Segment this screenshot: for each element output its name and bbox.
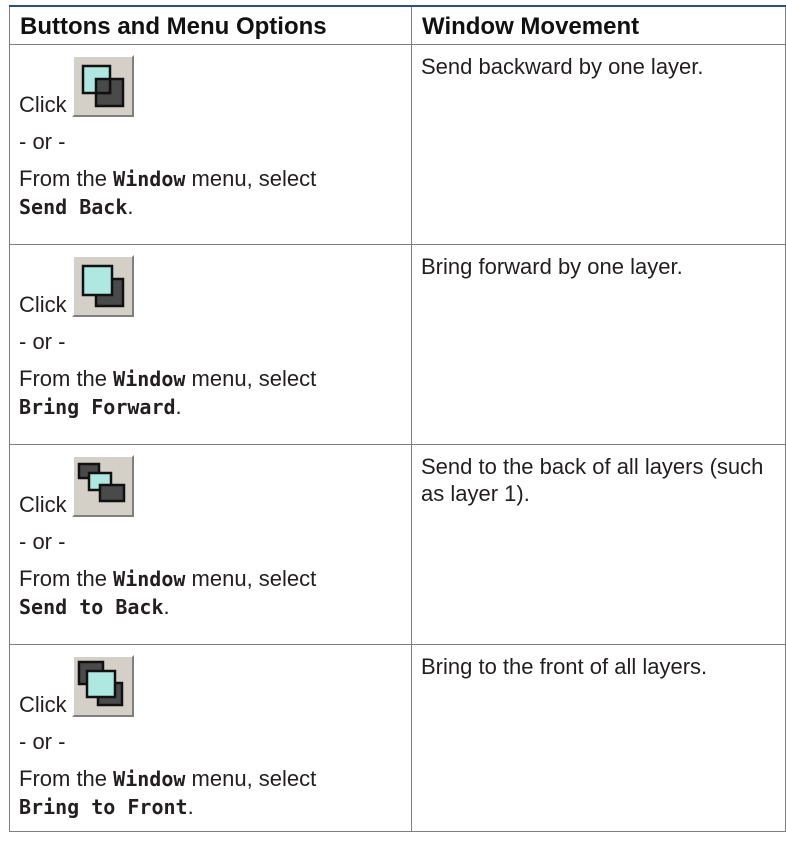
menu-command: Send Back [19, 194, 128, 219]
table-header-row: Buttons and Menu Options Window Movement [9, 5, 786, 45]
movement-cell: Bring forward by one layer. [411, 243, 786, 445]
table-row: Click - or - From the Window menu, selec… [9, 643, 786, 832]
movement-cell: Bring to the front of all layers. [411, 643, 786, 832]
menu-middle: menu, select [191, 565, 317, 591]
click-line: Click [19, 645, 411, 717]
button-menu-cell: Click - or - From the Window menu, selec… [9, 443, 412, 645]
menu-prefix: From the [19, 565, 108, 591]
click-label: Click [19, 91, 67, 117]
click-line: Click [19, 45, 411, 117]
bring-forward-icon [81, 264, 124, 307]
send-to-back-icon [77, 462, 125, 502]
click-label: Click [19, 491, 67, 517]
click-label: Click [19, 291, 67, 317]
movement-description: Bring to the front of all layers. [421, 653, 708, 679]
period: . [187, 793, 194, 819]
send-back-icon [81, 64, 124, 107]
menu-name: Window [113, 766, 186, 791]
table-row: Click - or - From the Window menu, selec… [9, 443, 786, 645]
button-menu-cell: Click - or - From the Window menu, selec… [9, 243, 412, 445]
period: . [175, 393, 182, 419]
or-separator: - or - [19, 528, 66, 554]
click-label: Click [19, 691, 67, 717]
menu-command: Bring to Front [19, 794, 188, 819]
period: . [127, 193, 134, 219]
movement-description: Bring forward by one layer. [421, 253, 683, 279]
window-layer-table: Buttons and Menu Options Window Movement… [9, 5, 786, 832]
menu-name: Window [113, 566, 186, 591]
header-window-movement: Window Movement [411, 5, 786, 45]
menu-name: Window [113, 366, 186, 391]
menu-instruction: From the Window menu, select Bring to Fro… [19, 753, 411, 821]
header-buttons-and-menu-options: Buttons and Menu Options [9, 5, 412, 45]
menu-command: Send to Back [19, 594, 164, 619]
menu-command: Bring Forward [19, 394, 176, 419]
or-separator: - or - [19, 328, 66, 354]
menu-instruction: From the Window menu, select Send Back. [19, 153, 411, 221]
table-row: Click - or - From the Window menu, selec… [9, 43, 786, 245]
button-menu-cell: Click - or - From the Window menu, selec… [9, 43, 412, 245]
period: . [163, 593, 170, 619]
movement-cell: Send to the back of all layers (such as … [411, 443, 786, 645]
table-row: Click - or - From the Window menu, selec… [9, 243, 786, 445]
or-separator: - or - [19, 128, 66, 154]
menu-instruction: From the Window menu, select Bring Forwar… [19, 353, 411, 421]
menu-middle: menu, select [191, 165, 317, 191]
menu-middle: menu, select [191, 765, 317, 791]
menu-prefix: From the [19, 165, 108, 191]
bring-to-front-icon [77, 660, 123, 706]
menu-prefix: From the [19, 365, 108, 391]
send-to-back-button[interactable] [71, 454, 134, 517]
menu-prefix: From the [19, 765, 108, 791]
bring-forward-button[interactable] [71, 254, 134, 317]
movement-description: Send to the back of all layers (such as … [421, 453, 764, 506]
menu-name: Window [113, 166, 186, 191]
click-line: Click [19, 445, 411, 517]
click-line: Click [19, 245, 411, 317]
send-back-button[interactable] [71, 54, 134, 117]
menu-middle: menu, select [191, 365, 317, 391]
button-menu-cell: Click - or - From the Window menu, selec… [9, 643, 412, 832]
menu-instruction: From the Window menu, select Send to Back… [19, 553, 411, 621]
movement-cell: Send backward by one layer. [411, 43, 786, 245]
or-separator: - or - [19, 728, 66, 754]
bring-to-front-button[interactable] [71, 654, 134, 717]
movement-description: Send backward by one layer. [421, 53, 704, 79]
